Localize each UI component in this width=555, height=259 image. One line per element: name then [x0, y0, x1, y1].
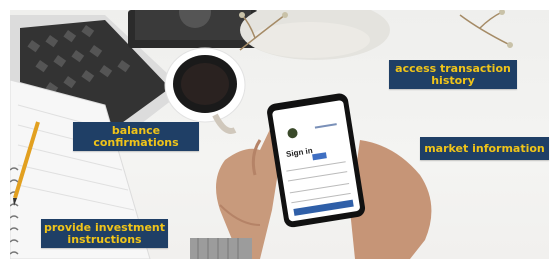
frame-top-border [0, 0, 555, 10]
access-transaction-history-label: access transaction history [389, 60, 517, 89]
coffee-cup [164, 47, 246, 134]
wristwatch [190, 238, 252, 259]
camera [128, 10, 258, 48]
smartphone [267, 93, 366, 228]
frame-right-border [549, 0, 555, 259]
frame-left-border [0, 0, 10, 259]
provide-investment-instructions-label: provide investment instructions [41, 219, 168, 248]
vase [240, 10, 390, 60]
photo-stage: Sign in balance confirmations access tra… [0, 0, 555, 259]
market-information-label: market information [420, 137, 549, 160]
balance-confirmations-label: balance confirmations [73, 122, 199, 151]
